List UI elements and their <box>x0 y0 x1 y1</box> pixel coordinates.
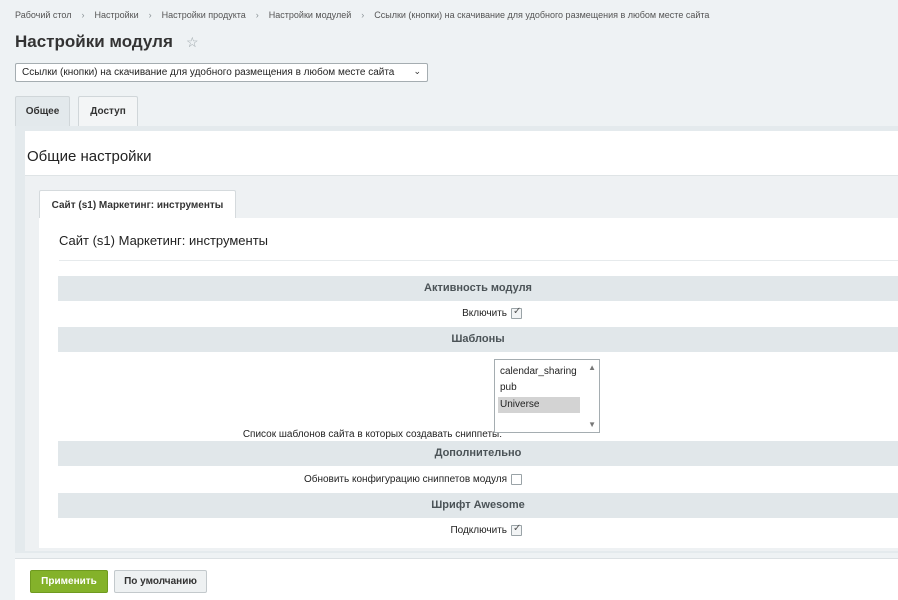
default-button[interactable]: По умолчанию <box>114 570 207 593</box>
site-title: Сайт (s1) Маркетинг: инструменты <box>59 233 268 248</box>
breadcrumb: Рабочий стол › Настройки › Настройки продукт… <box>15 10 709 20</box>
tab-panel: Общие настройки Сайт (s1) Маркетинг: инс… <box>15 126 898 553</box>
section-title: Общие настройки <box>27 148 152 165</box>
site-tabs-area: Сайт (s1) Маркетинг: инструменты Сайт (s… <box>25 175 898 551</box>
group-header-templates: Шаблоны <box>58 327 898 352</box>
group-header-activity: Активность модуля <box>58 276 898 301</box>
divider <box>59 260 898 261</box>
connect-label: Подключить <box>450 525 507 536</box>
list-item[interactable]: calendar_sharing <box>498 364 580 380</box>
module-select-value: Ссылки (кнопки) на скачивание для удобно… <box>22 67 395 78</box>
group-header-additional: Дополнительно <box>58 441 898 466</box>
scroll-up-icon[interactable]: ▲ <box>588 363 596 372</box>
update-config-label: Обновить конфигурацию сниппетов модуля <box>303 474 507 485</box>
group-header-font-awesome: Шрифт Awesome <box>58 493 898 518</box>
enable-label: Включить <box>462 308 507 319</box>
scroll-down-icon[interactable]: ▼ <box>588 420 596 429</box>
tab-site-s1[interactable]: Сайт (s1) Маркетинг: инструменты <box>39 190 236 219</box>
breadcrumb-separator-icon: › <box>148 10 152 20</box>
settings-container: Общие настройки Сайт (s1) Маркетинг: инс… <box>25 131 898 551</box>
breadcrumb-item-current-module[interactable]: Ссылки (кнопки) на скачивание для удобно… <box>374 10 709 20</box>
list-item[interactable]: pub <box>498 380 580 396</box>
enable-checkbox[interactable] <box>511 306 522 319</box>
update-config-checkbox[interactable] <box>511 474 522 485</box>
site-settings-content: Сайт (s1) Маркетинг: инструменты Активно… <box>39 218 898 548</box>
breadcrumb-item-desktop[interactable]: Рабочий стол <box>15 10 72 20</box>
apply-button[interactable]: Применить <box>30 570 108 593</box>
star-icon[interactable]: ☆ <box>186 34 199 51</box>
connect-checkbox[interactable] <box>511 523 522 536</box>
breadcrumb-separator-icon: › <box>81 10 85 20</box>
list-item-selected[interactable]: Universe <box>498 397 580 413</box>
breadcrumb-separator-icon: › <box>255 10 259 20</box>
breadcrumb-item-settings[interactable]: Настройки <box>95 10 139 20</box>
tab-access[interactable]: Доступ <box>78 96 138 126</box>
breadcrumb-item-product-settings[interactable]: Настройки продукта <box>162 10 246 20</box>
templates-list-label: Список шаблонов сайта в которых создават… <box>242 429 502 440</box>
breadcrumb-separator-icon: › <box>361 10 365 20</box>
chevron-down-icon: ⌄ <box>413 66 421 76</box>
templates-listbox[interactable]: calendar_sharing pub Universe ▲ ▼ <box>494 359 600 433</box>
breadcrumb-item-module-settings[interactable]: Настройки модулей <box>269 10 351 20</box>
page-title: Настройки модуля <box>15 32 173 51</box>
module-select[interactable]: Ссылки (кнопки) на скачивание для удобно… <box>15 63 428 82</box>
tab-general[interactable]: Общее <box>15 96 70 126</box>
footer-bar: Применить По умолчанию <box>15 558 898 600</box>
